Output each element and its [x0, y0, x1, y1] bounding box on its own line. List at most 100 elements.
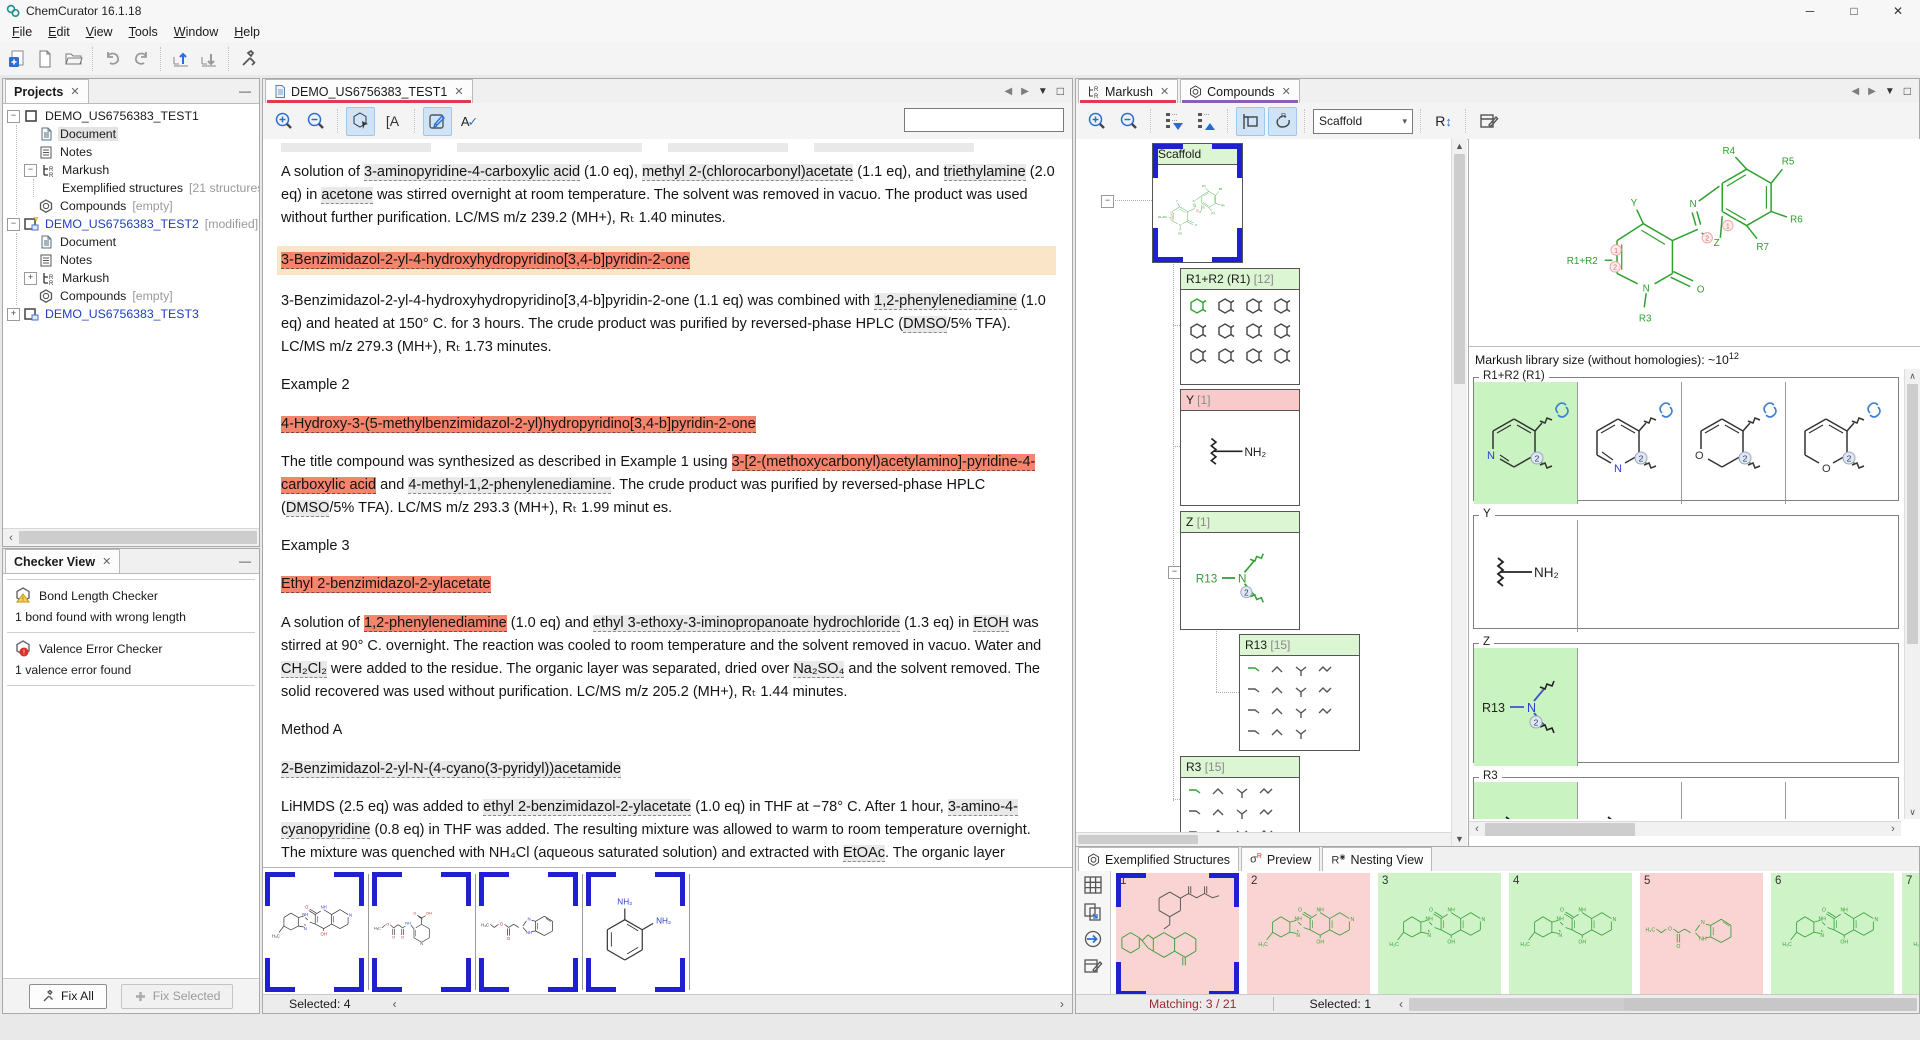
checker-item[interactable]: !Valence Error Checker1 valence error fo…	[7, 633, 255, 686]
collapse-panel-button[interactable]: —	[231, 554, 259, 568]
menu-file[interactable]: File	[4, 22, 40, 42]
tab-scroll-right-icon[interactable]: ▶	[1868, 86, 1876, 97]
spellcheck-tool[interactable]: A✓	[455, 107, 484, 136]
fix-selected-button[interactable]: Fix Selected	[121, 984, 234, 1009]
r13-node[interactable]: R13 [15]	[1239, 634, 1360, 751]
tree-item-markush[interactable]: −RRMarkush	[24, 161, 259, 179]
maximize-panel-icon[interactable]: □	[1057, 84, 1064, 98]
chemical-entity[interactable]: acetone	[321, 187, 373, 204]
tree-item-demo-us6756383-test1[interactable]: −DEMO_US6756383_TEST1	[7, 107, 259, 125]
tab-list-icon[interactable]: ▼	[1038, 86, 1048, 97]
chemical-entity[interactable]: DMSO	[903, 316, 947, 333]
zoom-out-button[interactable]	[301, 107, 330, 136]
tree-item-compounds[interactable]: Compounds[empty]	[24, 287, 259, 305]
scroll-down-icon[interactable]: ▼	[1452, 832, 1467, 846]
chemical-entity[interactable]: DMSO	[286, 500, 330, 517]
tree-collapse-toggle[interactable]: −	[1101, 195, 1114, 208]
chemical-entity[interactable]: 2-Benzimidazol-2-yl-N-(4-cyano(3-pyridyl…	[281, 761, 621, 778]
maximize-button[interactable]: □	[1832, 0, 1876, 22]
chemical-entity[interactable]: 1,2-phenylenediamine	[364, 615, 507, 632]
tab-compounds[interactable]: Compounds ✕	[1180, 79, 1300, 103]
rgroup-card[interactable]: O 2	[1681, 382, 1785, 504]
rgroup-card[interactable]	[1474, 648, 1577, 766]
tree-item-demo-us6756383-test2[interactable]: −DEMO_US6756383_TEST2[modified]	[7, 215, 259, 233]
rgroup-card[interactable]: H	[1474, 782, 1577, 819]
close-icon[interactable]: ✕	[454, 85, 463, 98]
chemical-entity[interactable]: Na₂SO₄	[793, 661, 844, 678]
tree-item-document[interactable]: Document	[24, 233, 259, 251]
collapse-panel-button[interactable]: —	[231, 84, 259, 98]
menu-help[interactable]: Help	[226, 22, 268, 42]
exemplified-card-6[interactable]: 6	[1771, 873, 1894, 995]
collapse-toggle[interactable]: −	[24, 164, 37, 177]
edit-annotation-tool[interactable]	[423, 107, 452, 136]
detail-vscrollbar[interactable]: ∧ ∨	[1904, 369, 1920, 819]
expand-toggle[interactable]: +	[7, 308, 20, 321]
scroll-up-icon[interactable]: ∧	[1905, 369, 1920, 383]
rgroup-card[interactable]: alkyl O	[1681, 782, 1785, 819]
chemical-entity[interactable]: triethylamine	[944, 164, 1026, 181]
tree-item-notes[interactable]: Notes	[24, 251, 259, 269]
structure-thumbnail[interactable]	[265, 872, 364, 992]
tree-vscrollbar[interactable]: ▲ ▼	[1451, 139, 1467, 846]
tab-scroll-left-icon[interactable]: ◀	[1851, 86, 1859, 97]
document-text[interactable]: A solution of 3-aminopyridine-4-carboxyl…	[263, 139, 1072, 871]
menu-edit[interactable]: Edit	[40, 22, 78, 42]
tab-exemplified-structures[interactable]: Exemplified Structures	[1078, 847, 1239, 871]
edit-markush-button[interactable]	[1474, 107, 1503, 136]
detail-hscrollbar[interactable]: ‹ ›	[1469, 821, 1901, 836]
exemplified-card-2[interactable]: 2	[1247, 873, 1370, 995]
close-icon[interactable]: ✕	[1160, 85, 1169, 98]
scroll-right-icon[interactable]: ›	[1060, 997, 1064, 1011]
rgroup-card[interactable]: aryl O	[1785, 782, 1889, 819]
rgroup-card[interactable]: O 2	[1785, 382, 1889, 504]
chemical-entity[interactable]: 4-methyl-1,2-phenylenediamine	[408, 477, 611, 494]
tree-item-notes[interactable]: Notes	[24, 143, 259, 161]
chemical-entity[interactable]: ethyl 3-ethoxy-3-iminopropanoate hydroch…	[593, 615, 900, 632]
exemplified-card-4[interactable]: 4	[1509, 873, 1632, 995]
minimize-button[interactable]: ─	[1788, 0, 1832, 22]
menu-view[interactable]: View	[78, 22, 121, 42]
expand-all-button[interactable]	[1159, 107, 1188, 136]
grid-view-icon[interactable]	[1083, 875, 1103, 895]
exemplified-card-3[interactable]: 3	[1378, 873, 1501, 995]
tab-scroll-left-icon[interactable]: ◀	[1004, 86, 1012, 97]
y-node[interactable]: Y [1] NH₂	[1180, 389, 1300, 506]
tab-preview[interactable]: σR Preview	[1241, 847, 1320, 871]
text-select-tool[interactable]: [A	[378, 107, 407, 136]
expand-toggle[interactable]: +	[24, 272, 37, 285]
markush-structure-view[interactable]	[1469, 139, 1920, 347]
r1r2-node[interactable]: R1+R2 (R1) [12]	[1180, 268, 1300, 385]
tree-hscrollbar[interactable]	[1076, 832, 1451, 846]
chemical-entity[interactable]: 1,2-phenylenediamine	[874, 293, 1017, 310]
redo-button[interactable]	[128, 46, 154, 72]
scroll-left-icon[interactable]: ‹	[1469, 823, 1485, 835]
new-document-button[interactable]	[32, 46, 58, 72]
collapse-toggle[interactable]: −	[7, 110, 20, 123]
menu-window[interactable]: Window	[166, 22, 226, 42]
tree-item-exemplified-structures[interactable]: Exemplified structures[21 structures]	[41, 179, 259, 197]
close-icon[interactable]: ✕	[1282, 85, 1291, 98]
rgroup-card[interactable]: OH	[1577, 782, 1681, 819]
checker-item[interactable]: !Bond Length Checker1 bond found with wr…	[7, 579, 255, 633]
scroll-left-icon[interactable]: ‹	[3, 532, 19, 544]
rgroup-card[interactable]: NH₂	[1474, 520, 1577, 632]
collapse-all-button[interactable]	[1191, 107, 1220, 136]
tools-button[interactable]	[236, 46, 262, 72]
scroll-up-icon[interactable]: ▲	[1452, 139, 1467, 153]
collapse-toggle[interactable]: −	[7, 218, 20, 231]
exemplified-card-1[interactable]: 1	[1116, 873, 1239, 995]
markush-tree-canvas[interactable]: − − Scaffold R1+R2 (R1) [12] Y [1]	[1076, 139, 1467, 846]
projects-hscrollbar[interactable]: ‹	[3, 528, 259, 546]
tree-item-demo-us6756383-test3[interactable]: +DEMO_US6756383_TEST3	[7, 305, 259, 323]
chemical-entity[interactable]: Ethyl 2-benzimidazol-2-ylacetate	[281, 576, 491, 593]
document-search-input[interactable]	[904, 108, 1064, 132]
fix-all-button[interactable]: Fix All	[29, 984, 107, 1009]
close-icon[interactable]: ✕	[70, 85, 79, 98]
rgroup-list[interactable]: R1+R2 (R1) N 2	[1469, 369, 1901, 819]
edit-structure-icon[interactable]	[1083, 956, 1103, 976]
tab-markush[interactable]: RR Markush ✕	[1078, 79, 1178, 103]
tree-item-markush[interactable]: +RRMarkush	[24, 269, 259, 287]
scroll-left-icon[interactable]: ‹	[393, 997, 397, 1011]
zoom-out-button[interactable]	[1114, 107, 1143, 136]
